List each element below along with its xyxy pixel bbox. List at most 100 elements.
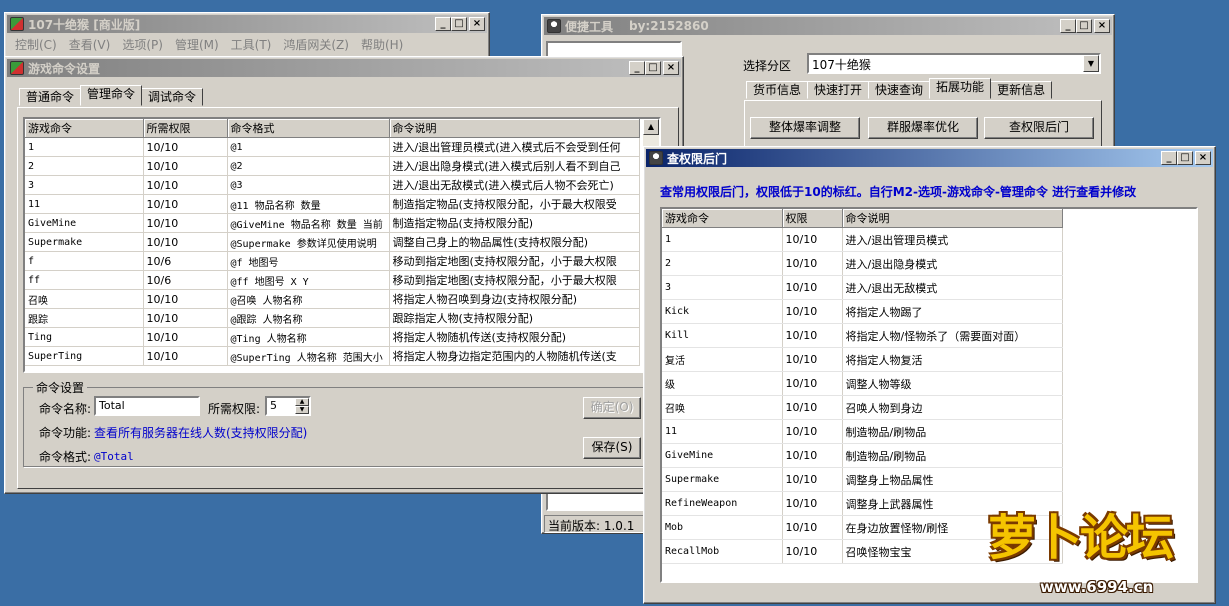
minimize-icon[interactable]: _ <box>629 61 645 75</box>
table-cell: 10/10 <box>143 232 228 252</box>
table-row[interactable]: SuperTing 10/10 @SuperTing 人物名称 范围大小 将指定人物身… <box>25 346 640 366</box>
maximize-icon[interactable]: □ <box>645 61 661 75</box>
close-icon[interactable]: × <box>1094 19 1110 33</box>
permission-title-bar[interactable]: 查权限后门 _ □ × <box>646 149 1213 167</box>
save-button[interactable]: 保存(S) <box>583 437 641 459</box>
tools-tab[interactable]: 快速打开 <box>807 81 870 99</box>
column-header[interactable]: 命令说明 <box>389 119 640 138</box>
table-row[interactable]: Ting 10/10 @Ting 人物名称 将指定人物随机传送(支持权限分配) <box>25 327 640 347</box>
minimize-icon[interactable]: _ <box>1161 151 1177 165</box>
table-cell: @1 <box>227 137 390 157</box>
menu-item[interactable]: 帮助(H) <box>355 36 409 53</box>
table-cell: RefineWeapon <box>662 491 783 516</box>
table-row[interactable]: 召唤 10/10 召唤人物到身边 <box>662 395 1063 420</box>
tools-tab[interactable]: 更新信息 <box>990 81 1053 99</box>
command-table[interactable]: 游戏命令 所需权限 命令格式 命令说明 1 10/10 @1 进入/退出管理员模式(进入模式… <box>23 117 661 373</box>
table-cell: SuperTing <box>25 346 144 366</box>
table-row[interactable]: 召唤 10/10 @召唤 人物名称 将指定人物召唤到身边(支持权限分配) <box>25 289 640 309</box>
table-cell: 将指定人物召唤到身边(支持权限分配) <box>389 289 640 309</box>
tools-title-bar[interactable]: 便捷工具 by:2152860 _ □ × <box>544 17 1112 35</box>
main-title-bar[interactable]: 107十绝猴 [商业版] _ □ × <box>7 15 487 33</box>
command-tab[interactable]: 管理命令 <box>80 85 143 106</box>
menu-item[interactable]: 查看(V) <box>63 36 117 53</box>
command-function-label: 命令功能: <box>39 426 92 440</box>
minimize-icon[interactable]: _ <box>1060 19 1076 33</box>
zone-select[interactable]: 107十绝猴 ▼ <box>807 53 1101 74</box>
stepper-down-icon[interactable]: ▼ <box>295 406 309 414</box>
table-row[interactable]: 3 10/10 进入/退出无敌模式 <box>662 275 1063 300</box>
overall-droprate-button[interactable]: 整体爆率调整 <box>750 117 860 139</box>
table-row[interactable]: 2 10/10 进入/退出隐身模式 <box>662 251 1063 276</box>
command-title-bar[interactable]: 游戏命令设置 _ □ × <box>7 59 681 77</box>
table-row[interactable]: 11 10/10 @11 物品名称 数量 制造指定物品(支持权限分配，小于最大权限受 <box>25 194 640 214</box>
tools-tab[interactable]: 货币信息 <box>746 81 809 99</box>
column-header[interactable]: 游戏命令 <box>25 119 144 138</box>
maximize-icon[interactable]: □ <box>1177 151 1193 165</box>
menu-item[interactable]: 鸿盾网关(Z) <box>277 36 355 53</box>
table-cell: @3 <box>227 175 390 195</box>
command-tab[interactable]: 调试命令 <box>141 88 204 106</box>
menu-item[interactable]: 选项(P) <box>116 36 169 53</box>
table-cell: 进入/退出无敌模式(进入模式后人物不会死亡) <box>389 175 640 195</box>
close-icon[interactable]: × <box>663 61 679 75</box>
chevron-down-icon[interactable]: ▼ <box>1083 55 1099 72</box>
permission-stepper[interactable]: 5 ▲ ▼ <box>265 396 311 416</box>
table-row[interactable]: 跟踪 10/10 @跟踪 人物名称 跟踪指定人物(支持权限分配) <box>25 308 640 328</box>
menu-item[interactable]: 管理(M) <box>169 36 225 53</box>
table-row[interactable]: f 10/6 @f 地图号 移动到指定地图(支持权限分配，小于最大权限 <box>25 251 640 271</box>
group-droprate-button[interactable]: 群服爆率优化 <box>868 117 978 139</box>
minimize-icon[interactable]: _ <box>435 17 451 31</box>
table-cell: Kill <box>662 323 783 348</box>
app-logo-icon <box>10 61 24 75</box>
column-header[interactable]: 命令说明 <box>842 209 1063 228</box>
table-cell: 3 <box>662 275 783 300</box>
column-header[interactable]: 游戏命令 <box>662 209 783 228</box>
table-row[interactable]: 3 10/10 @3 进入/退出无敌模式(进入模式后人物不会死亡) <box>25 175 640 195</box>
table-row[interactable]: Kill 10/10 将指定人物/怪物杀了（需要面对面） <box>662 323 1063 348</box>
table-cell: Mob <box>662 515 783 540</box>
maximize-icon[interactable]: □ <box>1076 19 1092 33</box>
table-cell: 进入/退出隐身模式(进入模式后别人看不到自己 <box>389 156 640 176</box>
confirm-button[interactable]: 确定(O) <box>583 397 641 419</box>
version-status: 当前版本: 1.0.1 <box>544 515 644 533</box>
table-row[interactable]: GiveMine 10/10 @GiveMine 物品名称 数量 当前 制造指定物品(… <box>25 213 640 233</box>
table-cell: @Supermake 参数详见使用说明 <box>227 232 390 252</box>
close-icon[interactable]: × <box>469 17 485 31</box>
table-row[interactable]: GiveMine 10/10 制造物品/刷物品 <box>662 443 1063 468</box>
column-header[interactable]: 权限 <box>782 209 843 228</box>
table-cell: Supermake <box>25 232 144 252</box>
check-backdoor-button[interactable]: 查权限后门 <box>984 117 1094 139</box>
maximize-icon[interactable]: □ <box>451 17 467 31</box>
table-cell: 10/10 <box>143 194 228 214</box>
table-cell: Kick <box>662 299 783 324</box>
command-tab[interactable]: 普通命令 <box>19 88 82 106</box>
tools-tab[interactable]: 快速查询 <box>868 81 931 99</box>
table-row[interactable]: Supermake 10/10 调整身上物品属性 <box>662 467 1063 492</box>
person-icon <box>547 19 561 33</box>
column-header[interactable]: 命令格式 <box>227 119 390 138</box>
table-cell: 10/10 <box>782 371 843 396</box>
stepper-up-icon[interactable]: ▲ <box>295 398 309 406</box>
table-row[interactable]: Supermake 10/10 @Supermake 参数详见使用说明 调整自己身上的… <box>25 232 640 252</box>
menu-item[interactable]: 工具(T) <box>225 36 278 53</box>
scroll-up-icon[interactable]: ▲ <box>643 119 659 135</box>
close-icon[interactable]: × <box>1195 151 1211 165</box>
menu-item[interactable]: 控制(C) <box>9 36 63 53</box>
table-cell: 调整人物等级 <box>842 371 1063 396</box>
table-row[interactable]: 复活 10/10 将指定人物复活 <box>662 347 1063 372</box>
tools-tab[interactable]: 拓展功能 <box>929 78 992 99</box>
table-row[interactable]: 11 10/10 制造物品/刷物品 <box>662 419 1063 444</box>
table-cell: f <box>25 251 144 271</box>
table-cell: 10/10 <box>782 443 843 468</box>
table-row[interactable]: 2 10/10 @2 进入/退出隐身模式(进入模式后别人看不到自己 <box>25 156 640 176</box>
table-cell: GiveMine <box>25 213 144 233</box>
table-row[interactable]: Kick 10/10 将指定人物踢了 <box>662 299 1063 324</box>
table-row[interactable]: 级 10/10 调整人物等级 <box>662 371 1063 396</box>
command-name-input[interactable]: Total <box>94 396 200 416</box>
table-row[interactable]: ff 10/6 @ff 地图号 X Y 移动到指定地图(支持权限分配，小于最大权限 <box>25 270 640 290</box>
column-header[interactable]: 所需权限 <box>143 119 228 138</box>
table-cell: 1 <box>662 227 783 252</box>
table-cell: 10/10 <box>782 515 843 540</box>
table-row[interactable]: 1 10/10 @1 进入/退出管理员模式(进入模式后不会受到任何 <box>25 137 640 157</box>
table-row[interactable]: 1 10/10 进入/退出管理员模式 <box>662 227 1063 252</box>
